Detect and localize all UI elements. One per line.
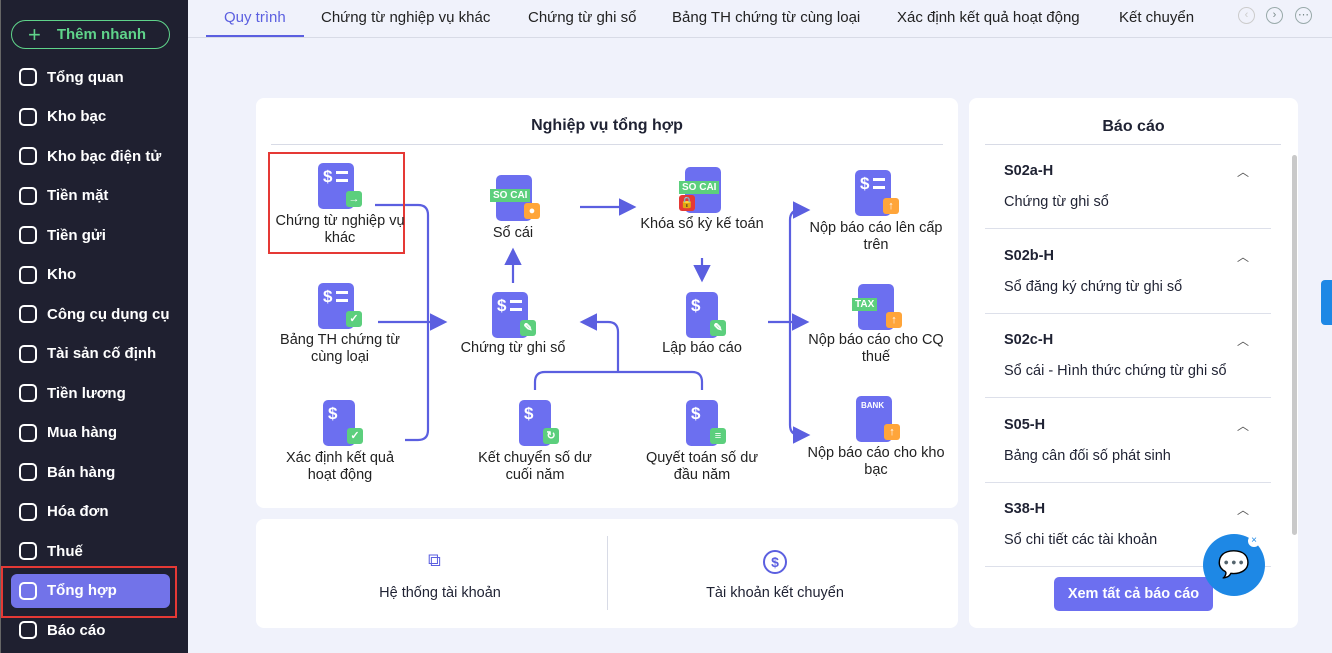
- record-voucher-icon: $ ✎: [492, 292, 536, 338]
- ledger-icon: SO CAI ●: [490, 175, 540, 221]
- bank-icon: BANK ↑: [856, 396, 900, 442]
- report-item[interactable]: S02b-H ︿ Sổ đăng ký chứng từ ghi sổ: [985, 230, 1271, 314]
- node-bang-th[interactable]: Bảng TH chứng từ cùng loại: [270, 332, 410, 366]
- result-doc-icon: $ ✓: [323, 400, 363, 446]
- divider: [607, 536, 608, 610]
- report-item[interactable]: S05-H ︿ Bảng cân đối số phát sinh: [985, 399, 1271, 483]
- node-ket-chuyen[interactable]: Kết chuyển số dư cuối năm: [465, 450, 605, 484]
- report-title: Báo cáo: [1102, 118, 1165, 135]
- report-name[interactable]: Chứng từ ghi sổ: [1004, 194, 1109, 210]
- report-item[interactable]: S02c-H ︿ Sổ cái - Hình thức chứng từ ghi s…: [985, 314, 1271, 398]
- node-quyet-toan[interactable]: Quyết toán số dư đầu năm: [632, 450, 772, 484]
- node-so-cai[interactable]: Sổ cái: [443, 225, 583, 242]
- report-name[interactable]: Sổ chi tiết các tài khoản: [1004, 532, 1157, 548]
- carry-forward-icon: $ ↻: [519, 400, 559, 446]
- chevron-up-icon[interactable]: ︿: [1237, 417, 1249, 434]
- node-khoa-so[interactable]: Khóa sổ kỳ kế toán: [632, 216, 772, 233]
- report-code: S02b-H: [1004, 247, 1054, 264]
- account-tree-icon: ⧉: [428, 550, 441, 570]
- report-name[interactable]: Sổ đăng ký chứng từ ghi sổ: [1004, 279, 1182, 295]
- chevron-up-icon[interactable]: ︿: [1237, 501, 1249, 518]
- chevron-up-icon[interactable]: ︿: [1237, 163, 1249, 180]
- voucher-icon: $ →: [318, 163, 362, 209]
- tax-report-icon: TAX ↑: [852, 284, 902, 330]
- node-nop-cq-thue[interactable]: Nộp báo cáo cho CQ thuế: [806, 332, 946, 366]
- node-nop-kho-bac[interactable]: Nộp báo cáo cho kho bạc: [806, 445, 946, 479]
- create-report-icon: $ ✎: [686, 292, 726, 338]
- node-chung-tu-nghiep-vu-khac[interactable]: Chứng từ nghiệp vụ khác: [270, 213, 410, 247]
- chevron-up-icon[interactable]: ︿: [1237, 248, 1249, 265]
- node-chung-tu-ghi-so[interactable]: Chứng từ ghi sổ: [443, 340, 583, 357]
- report-code: S38-H: [1004, 501, 1046, 517]
- close-chat-icon[interactable]: ×: [1248, 535, 1260, 547]
- chart-of-accounts-link[interactable]: Hệ thống tài khoản: [340, 585, 540, 601]
- report-code: S02a-H: [1004, 163, 1054, 179]
- report-name[interactable]: Bảng cân đối số phát sinh: [1004, 448, 1171, 464]
- chevron-up-icon[interactable]: ︿: [1237, 332, 1249, 349]
- report-name[interactable]: Sổ cái - Hình thức chứng từ ghi sổ: [1004, 363, 1227, 379]
- submit-report-icon: $ ↑: [855, 170, 899, 216]
- scrollbar[interactable]: [1292, 155, 1297, 535]
- carry-forward-accounts-link[interactable]: Tài khoản kết chuyển: [675, 585, 875, 601]
- lock-ledger-icon: SO CAI 🔒: [679, 167, 721, 213]
- report-code: S05-H: [1004, 416, 1046, 433]
- view-all-reports-button[interactable]: Xem tất cả báo cáo: [1054, 577, 1213, 611]
- node-xac-dinh-kqhd[interactable]: Xác định kết quả hoạt động: [270, 450, 410, 484]
- report-item[interactable]: S02a-H ︿ Chứng từ ghi sổ: [985, 145, 1271, 229]
- summary-voucher-icon: $ ✓: [318, 283, 362, 329]
- side-panel-toggle[interactable]: [1321, 280, 1332, 325]
- dollar-icon: $: [763, 550, 787, 574]
- node-lap-bao-cao[interactable]: Lập báo cáo: [632, 340, 772, 357]
- report-code: S02c-H: [1004, 332, 1054, 348]
- node-nop-cap-tren[interactable]: Nộp báo cáo lên cấp trên: [806, 220, 946, 254]
- settlement-icon: $ ≡: [686, 400, 726, 446]
